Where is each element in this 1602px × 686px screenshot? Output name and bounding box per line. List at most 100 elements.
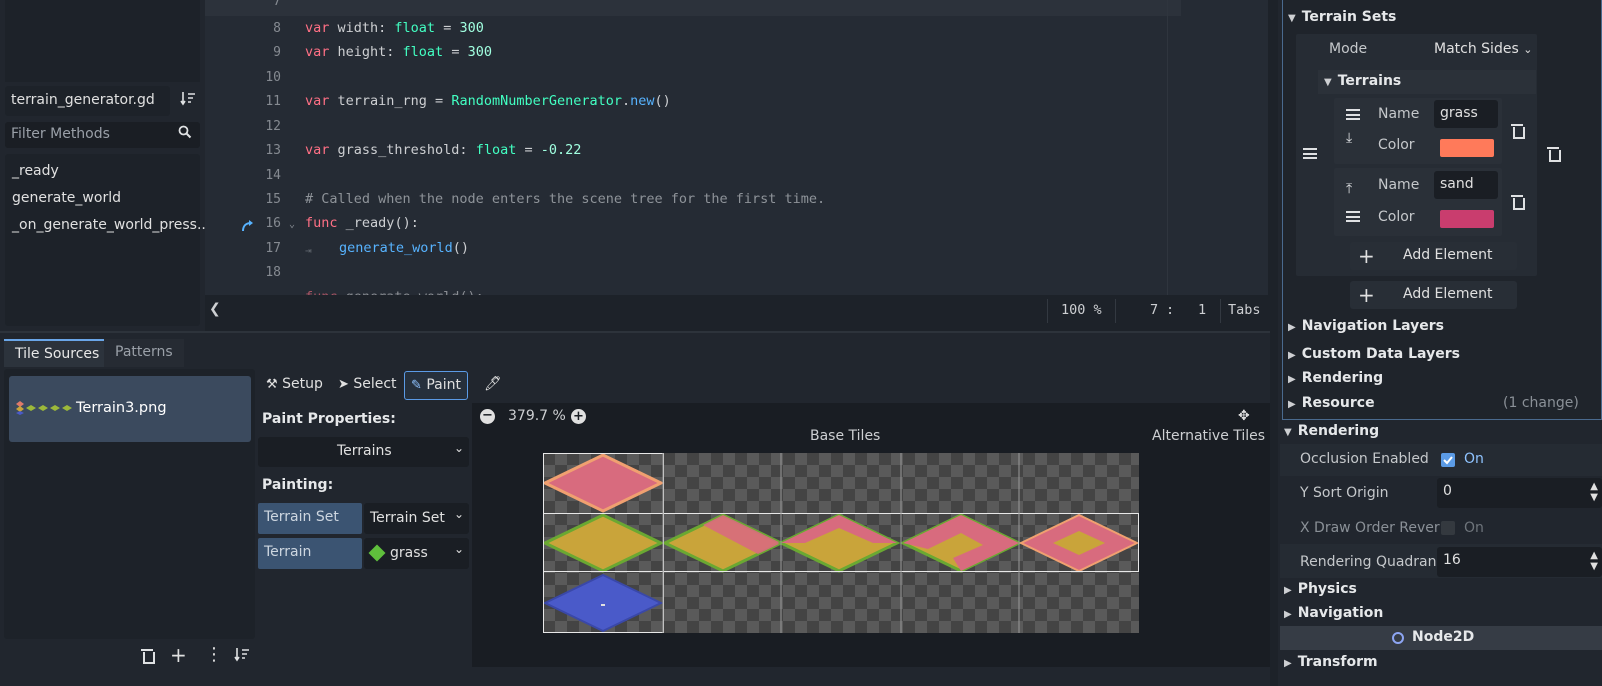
chevron-right-icon: ▶ [1288, 350, 1296, 361]
tab-patterns[interactable]: Patterns [104, 339, 184, 367]
node2d-label: Node2D [1412, 629, 1475, 645]
occlusion-label: Occlusion Enabled [1300, 451, 1429, 467]
rendering-section[interactable]: ▶ Rendering [1288, 370, 1383, 386]
method-item[interactable]: _on_generate_world_press... [12, 217, 210, 233]
chevron-left-icon[interactable]: ❮ [209, 301, 221, 317]
chevron-down-icon: ⌄ [453, 441, 464, 455]
paint-mode-dropdown[interactable]: Terrains ⌄ [258, 437, 469, 467]
line-number: 12 [265, 119, 281, 134]
x-draw-order-value: On [1464, 520, 1484, 536]
tile-source-name: Terrain3.png [76, 400, 167, 416]
spinner-icon[interactable]: ▲ ▼ [1590, 550, 1598, 572]
occlusion-checkbox[interactable] [1441, 453, 1455, 467]
drag-handle-icon[interactable] [1346, 109, 1360, 120]
mode-dropdown[interactable]: Match Sides ⌄ [1434, 41, 1532, 57]
add-source-icon[interactable]: + [170, 643, 187, 667]
method-override-icon[interactable] [241, 219, 255, 237]
code-line: var grass_threshold: float = -0.22 [305, 142, 582, 158]
setup-button[interactable]: ⚒ Setup [260, 371, 329, 400]
tab-tile-sources[interactable]: Tile Sources [4, 339, 111, 367]
line-number: 8 [273, 21, 281, 36]
indent-mode[interactable]: Tabs [1228, 302, 1261, 318]
filter-methods-input[interactable]: Filter Methods [5, 122, 200, 148]
move-up-icon[interactable]: ⤒ [1346, 181, 1352, 197]
navigation-section[interactable]: ▶ Navigation [1284, 605, 1383, 621]
status-divider [1220, 299, 1221, 323]
terrains-section[interactable]: ▼ Terrains [1324, 73, 1401, 89]
y-sort-origin-input[interactable]: 0 ▲ ▼ [1437, 478, 1602, 508]
code-line: var terrain_rng = RandomNumberGenerator.… [305, 93, 671, 109]
spinner-icon[interactable]: ▲ ▼ [1590, 481, 1598, 503]
physics-section[interactable]: ▶ Physics [1284, 581, 1357, 597]
setup-icon: ⚒ [266, 377, 278, 392]
terrain-set-dropdown[interactable]: Terrain Set ⌄ [364, 503, 469, 534]
line-number: 7 [273, 0, 281, 9]
code-line: var height: float = 300 [305, 44, 492, 60]
terrain-name-input[interactable]: grass [1434, 100, 1498, 128]
drag-handle-icon[interactable] [1303, 148, 1317, 159]
code-line: func _ready(): [305, 215, 419, 231]
delete-terrain-icon[interactable] [1510, 123, 1525, 139]
method-item[interactable]: generate_world [12, 190, 121, 206]
add-terrain-set-button[interactable]: + Add Element [1350, 281, 1517, 309]
cursor-line: 7 [1150, 302, 1159, 318]
line-number: 15 [265, 192, 281, 207]
method-item[interactable]: _ready [12, 163, 59, 179]
terrain-name-input[interactable]: sand [1434, 171, 1498, 199]
sort-icon[interactable] [180, 90, 196, 110]
rendering-quadrant-input[interactable]: 16 ▲ ▼ [1437, 547, 1602, 577]
plus-icon: + [1358, 283, 1375, 307]
line-number: 18 [265, 265, 281, 280]
delete-terrain-icon[interactable] [1510, 194, 1525, 210]
search-icon [178, 125, 192, 143]
transform-section[interactable]: ▶ Transform [1284, 654, 1378, 670]
current-line-highlight [205, 0, 1181, 16]
zoom-in-icon[interactable]: + [571, 409, 586, 424]
select-button[interactable]: ➤ Select [332, 371, 403, 400]
sort-sources-icon[interactable] [234, 647, 250, 667]
zoom-out-icon[interactable]: − [480, 409, 495, 424]
terrain-label: Terrain [258, 538, 362, 569]
atlas-zoom-level: 379.7 % [508, 408, 566, 424]
chevron-right-icon: ▶ [1288, 399, 1296, 410]
status-divider [1047, 299, 1048, 323]
cursor-icon: ➤ [338, 377, 349, 392]
x-draw-order-checkbox[interactable] [1441, 521, 1455, 535]
terrain-color-icon [368, 544, 386, 562]
line-number: 9 [273, 45, 281, 60]
chevron-down-icon: ⌄ [1523, 43, 1533, 56]
more-options-icon[interactable]: ⋮ [205, 644, 223, 665]
navigation-layers-section[interactable]: ▶ Navigation Layers [1288, 318, 1444, 334]
terrain-dropdown[interactable]: grass ⌄ [364, 538, 469, 569]
terrain-color-swatch[interactable] [1440, 210, 1494, 228]
tile-source-item[interactable]: Terrain3.png [9, 376, 251, 442]
zoom-level[interactable]: 100 % [1061, 302, 1102, 318]
custom-data-layers-section[interactable]: ▶ Custom Data Layers [1288, 346, 1460, 362]
tileset-thumbnail-icon [13, 400, 75, 420]
x-draw-order-label: X Draw Order Rever [1300, 520, 1440, 536]
code-editor[interactable]: 7 8 9 10 11 12 13 14 15 16 17 18 ⌄ ⇥ var… [205, 0, 1268, 295]
script-name-field[interactable]: terrain_generator.gd [5, 86, 170, 116]
add-terrain-button[interactable]: + Add Element [1350, 242, 1517, 270]
rendering-group[interactable]: ▼ Rendering [1284, 423, 1379, 439]
delete-terrain-set-icon[interactable] [1546, 146, 1561, 162]
methods-list: _ready generate_world _on_generate_world… [5, 154, 210, 326]
terrain-sets-section[interactable]: ▼ Terrain Sets [1288, 9, 1396, 25]
center-view-icon[interactable]: ✥ [1238, 408, 1250, 424]
terrain-color-swatch[interactable] [1440, 139, 1494, 157]
chevron-right-icon: ▶ [1288, 322, 1296, 333]
drag-handle-icon[interactable] [1346, 211, 1360, 222]
line-number: 11 [265, 94, 281, 109]
eyedropper-icon[interactable]: 🖊︎ [478, 371, 508, 400]
resource-section[interactable]: ▶ Resource [1288, 395, 1375, 411]
rendering-quadrant-label: Rendering Quadran [1300, 554, 1437, 570]
tile-atlas-grid[interactable] [543, 453, 1139, 633]
fold-arrow-icon[interactable]: ⌄ [289, 219, 295, 230]
terrain-name-label: Name [1378, 106, 1420, 122]
chevron-right-icon: ▶ [1288, 374, 1296, 385]
move-down-icon[interactable]: ⤓ [1346, 130, 1352, 146]
y-sort-origin-label: Y Sort Origin [1300, 485, 1389, 501]
terrain-value: grass [390, 545, 428, 561]
paint-button[interactable]: ✎ Paint [404, 371, 469, 400]
panel-divider[interactable] [0, 331, 1270, 333]
